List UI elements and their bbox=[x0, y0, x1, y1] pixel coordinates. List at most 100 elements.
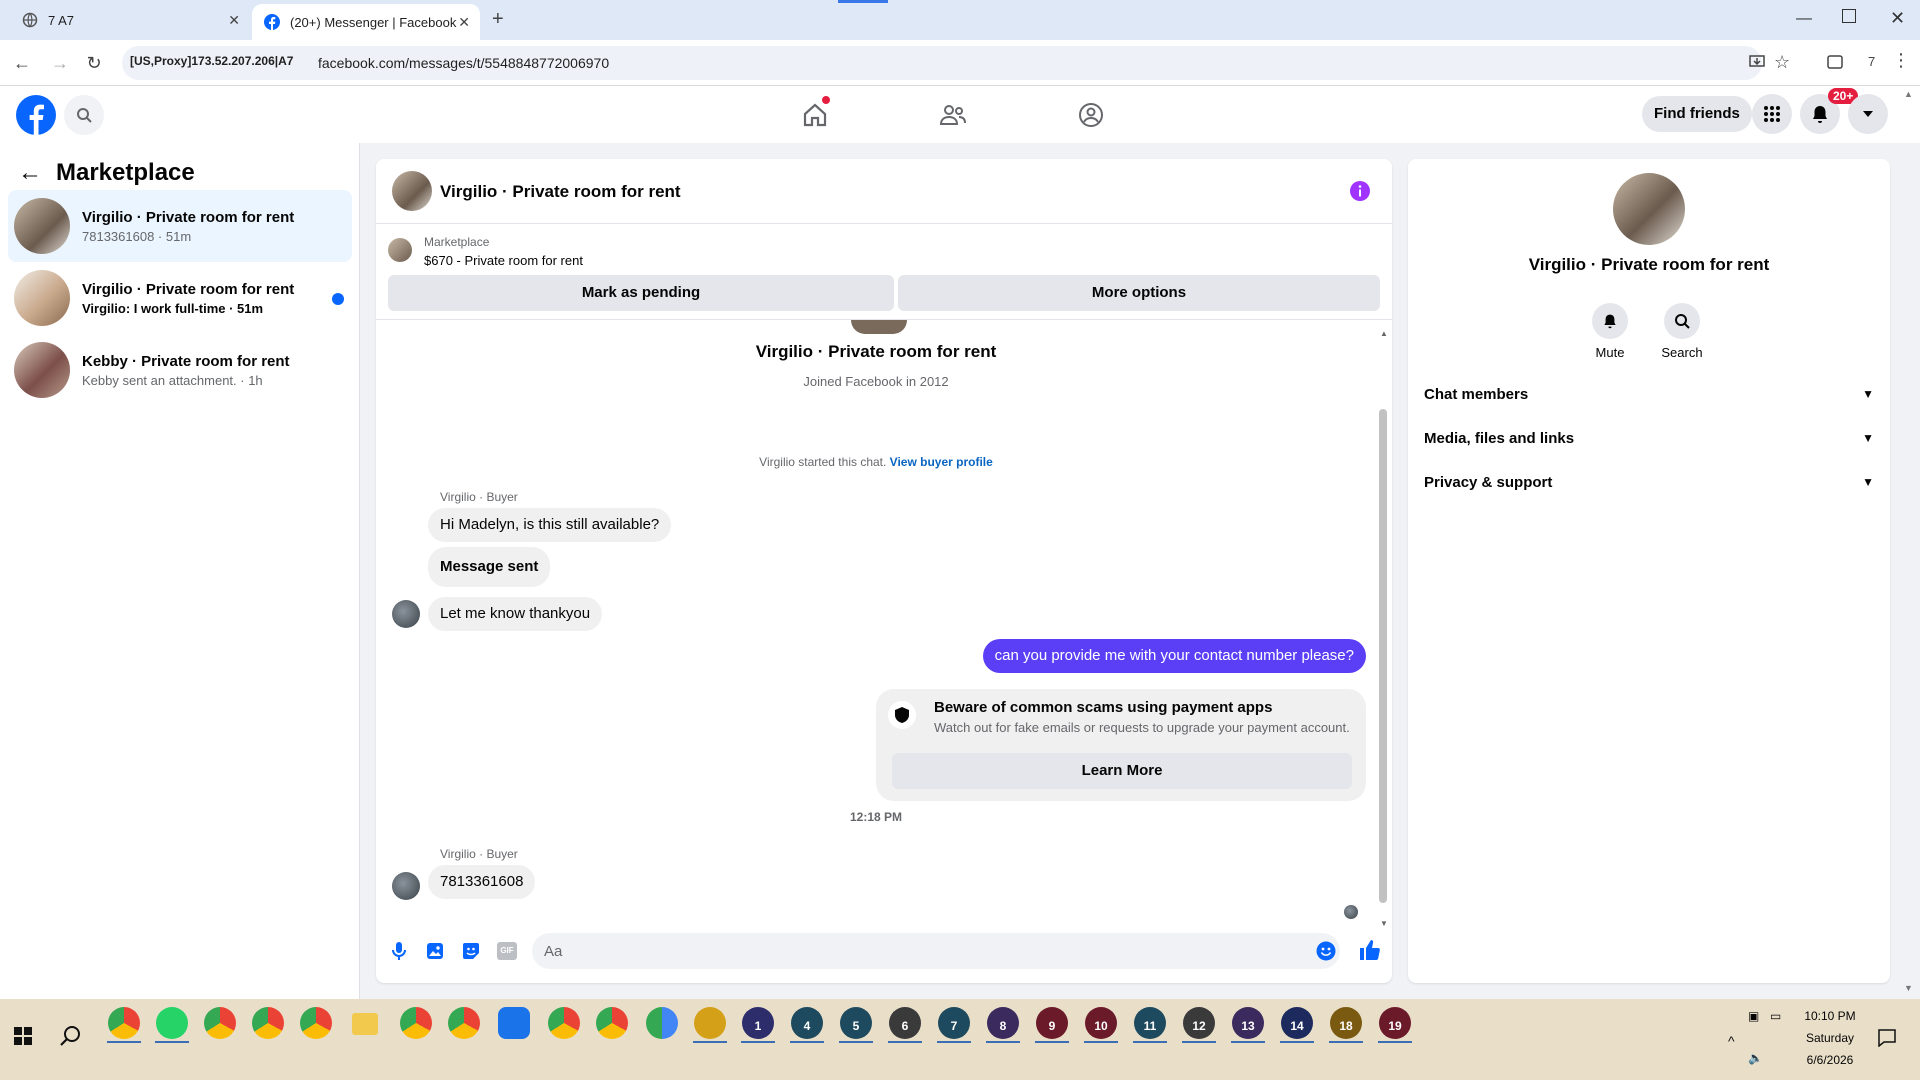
conversation-item[interactable]: Kebby · Private room for rent Kebby sent… bbox=[8, 334, 352, 406]
gif-icon[interactable]: GIF bbox=[497, 942, 517, 960]
sender-avatar[interactable] bbox=[392, 600, 420, 628]
groups-nav-button[interactable] bbox=[1076, 100, 1106, 130]
chat-info-button[interactable] bbox=[1350, 181, 1370, 201]
chat-members-section[interactable]: Chat members ▼ bbox=[1424, 372, 1874, 416]
photo-icon[interactable] bbox=[425, 941, 445, 961]
numbered-app-icon[interactable]: 9 bbox=[1036, 1007, 1068, 1039]
message-bubble[interactable]: 7813361608 bbox=[428, 865, 536, 899]
friends-nav-button[interactable] bbox=[938, 100, 968, 130]
taskbar-day[interactable]: Saturday bbox=[1790, 1031, 1870, 1045]
chrome-app-icon[interactable] bbox=[108, 1007, 140, 1039]
minimize-button[interactable]: — bbox=[1796, 10, 1812, 28]
numbered-app-icon[interactable]: 4 bbox=[791, 1007, 823, 1039]
numbered-app-icon[interactable]: 19 bbox=[1379, 1007, 1411, 1039]
tab-search-icon[interactable] bbox=[1826, 53, 1844, 71]
scrollbar-thumb[interactable] bbox=[1379, 409, 1387, 903]
close-tab-icon[interactable]: ✕ bbox=[228, 12, 240, 29]
search-in-chat-button[interactable] bbox=[1664, 303, 1700, 339]
chrome-app-icon[interactable] bbox=[646, 1007, 678, 1039]
conversation-item[interactable]: Virgilio · Private room for rent 7813361… bbox=[8, 190, 352, 262]
numbered-app-icon[interactable]: 1 bbox=[742, 1007, 774, 1039]
app-icon[interactable] bbox=[694, 1007, 726, 1039]
numbered-app-icon[interactable]: 18 bbox=[1330, 1007, 1362, 1039]
app-icon[interactable] bbox=[498, 1007, 530, 1039]
mute-button[interactable] bbox=[1592, 303, 1628, 339]
chat-avatar[interactable] bbox=[392, 171, 432, 211]
chrome-app-icon[interactable] bbox=[596, 1007, 628, 1039]
page-scroll-up[interactable]: ▲ bbox=[1904, 89, 1913, 99]
meeting-icon[interactable]: ▣ bbox=[1748, 1009, 1759, 1023]
more-options-button[interactable]: More options bbox=[898, 275, 1380, 311]
new-tab-button[interactable]: + bbox=[492, 8, 504, 31]
browser-menu-icon[interactable]: ⋮ bbox=[1892, 50, 1910, 71]
mark-as-pending-button[interactable]: Mark as pending bbox=[388, 275, 894, 311]
microphone-icon[interactable] bbox=[389, 941, 409, 961]
browser-tab-2[interactable]: (20+) Messenger | Facebook ✕ bbox=[252, 4, 480, 40]
profile-photo[interactable] bbox=[1613, 173, 1685, 245]
restore-button[interactable] bbox=[1842, 9, 1856, 23]
message-bubble[interactable]: Let me know thankyou bbox=[428, 597, 603, 631]
numbered-app-icon[interactable]: 11 bbox=[1134, 1007, 1166, 1039]
numbered-app-icon[interactable]: 14 bbox=[1281, 1007, 1313, 1039]
message-input[interactable]: Aa bbox=[532, 933, 1340, 969]
find-friends-button[interactable]: Find friends bbox=[1642, 96, 1752, 132]
chat-title[interactable]: Virgilio · Private room for rent bbox=[440, 182, 681, 202]
close-tab-icon[interactable]: ✕ bbox=[458, 14, 470, 31]
bookmark-star-icon[interactable]: ☆ bbox=[1774, 52, 1790, 73]
emoji-icon[interactable] bbox=[1316, 941, 1336, 961]
notification-center-icon[interactable] bbox=[1878, 1029, 1896, 1047]
numbered-app-icon[interactable]: 13 bbox=[1232, 1007, 1264, 1039]
facebook-logo-icon[interactable] bbox=[16, 95, 56, 135]
close-window-button[interactable]: ✕ bbox=[1890, 8, 1905, 29]
back-button[interactable]: ← bbox=[10, 51, 34, 75]
message-scrollbar[interactable]: ▲ ▼ bbox=[1379, 329, 1388, 929]
numbered-app-icon[interactable]: 7 bbox=[938, 1007, 970, 1039]
chrome-app-icon[interactable] bbox=[300, 1007, 332, 1039]
account-button[interactable] bbox=[1848, 94, 1888, 134]
taskbar-search-icon[interactable] bbox=[60, 1025, 82, 1047]
taskbar-time[interactable]: 10:10 PM bbox=[1790, 1009, 1870, 1023]
numbered-app-icon[interactable]: 5 bbox=[840, 1007, 872, 1039]
browser-tab-1[interactable]: 7 A7 ✕ bbox=[10, 0, 250, 40]
sticker-icon[interactable] bbox=[461, 941, 481, 961]
show-hidden-icons-chevron[interactable]: ^ bbox=[1728, 1033, 1735, 1049]
message-bubble[interactable]: Message sent bbox=[428, 547, 551, 587]
file-explorer-icon[interactable] bbox=[352, 1013, 378, 1035]
reload-button[interactable]: ↻ bbox=[82, 51, 106, 75]
network-icon[interactable]: ▭ bbox=[1770, 1009, 1781, 1023]
chrome-app-icon[interactable] bbox=[400, 1007, 432, 1039]
numbered-app-icon[interactable]: 10 bbox=[1085, 1007, 1117, 1039]
back-arrow-icon[interactable]: ← bbox=[18, 159, 42, 187]
numbered-app-icon[interactable]: 12 bbox=[1183, 1007, 1215, 1039]
like-thumbs-up-icon[interactable] bbox=[1358, 939, 1380, 961]
menu-button[interactable] bbox=[1752, 94, 1792, 134]
volume-icon[interactable]: 🔈 bbox=[1748, 1051, 1763, 1065]
conversation-item[interactable]: Virgilio · Private room for rent Virgili… bbox=[8, 262, 352, 334]
page-scroll-down[interactable]: ▼ bbox=[1904, 983, 1913, 993]
learn-more-button[interactable]: Learn More bbox=[892, 753, 1352, 789]
address-bar[interactable]: [US,Proxy]173.52.207.206|A7 facebook.com… bbox=[122, 46, 1765, 80]
forward-button[interactable]: → bbox=[48, 51, 72, 75]
chrome-app-icon[interactable] bbox=[448, 1007, 480, 1039]
chrome-app-icon[interactable] bbox=[204, 1007, 236, 1039]
url-text[interactable]: facebook.com/messages/t/5548848772006970 bbox=[318, 55, 609, 71]
privacy-support-section[interactable]: Privacy & support ▼ bbox=[1424, 460, 1874, 504]
numbered-app-icon[interactable]: 8 bbox=[987, 1007, 1019, 1039]
home-nav-button[interactable] bbox=[800, 96, 830, 130]
numbered-app-icon[interactable]: 6 bbox=[889, 1007, 921, 1039]
scroll-down-arrow[interactable]: ▼ bbox=[1380, 919, 1388, 928]
install-app-icon[interactable] bbox=[1748, 53, 1766, 71]
view-buyer-profile-link[interactable]: View buyer profile bbox=[890, 455, 993, 469]
fb-search-button[interactable] bbox=[64, 95, 104, 135]
chrome-app-icon[interactable] bbox=[252, 1007, 284, 1039]
outgoing-message-bubble[interactable]: can you provide me with your contact num… bbox=[982, 639, 1366, 673]
media-files-links-section[interactable]: Media, files and links ▼ bbox=[1424, 416, 1874, 460]
message-bubble[interactable]: Hi Madelyn, is this still available? bbox=[428, 508, 672, 542]
taskbar-date[interactable]: 6/6/2026 bbox=[1790, 1053, 1870, 1067]
chrome-app-icon[interactable] bbox=[548, 1007, 580, 1039]
windows-start-icon[interactable] bbox=[14, 1027, 32, 1045]
profile-count[interactable]: 7 bbox=[1868, 54, 1875, 69]
whatsapp-app-icon[interactable] bbox=[156, 1007, 188, 1039]
scroll-up-arrow[interactable]: ▲ bbox=[1380, 329, 1388, 338]
listing-description[interactable]: $670 - Private room for rent bbox=[424, 253, 583, 268]
